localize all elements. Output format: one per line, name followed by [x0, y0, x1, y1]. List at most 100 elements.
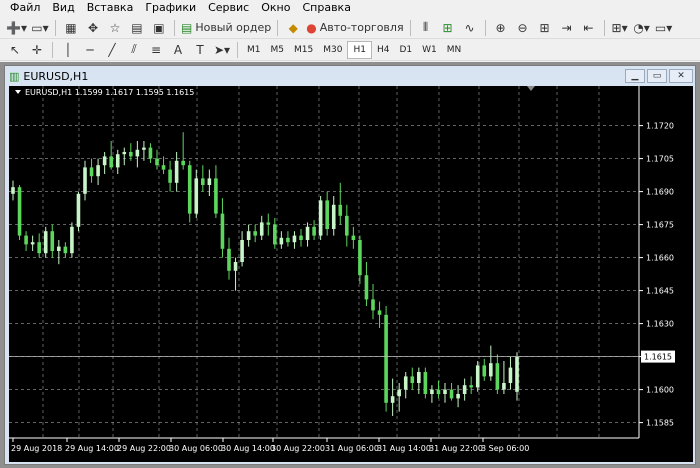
toolbar-separator	[54, 19, 56, 36]
candle-body	[358, 240, 362, 276]
auto-trading-icon: ●	[306, 20, 317, 35]
menu-item-6[interactable]: Справка	[296, 0, 356, 16]
candle-body	[462, 385, 467, 394]
new-chart-icon[interactable]: ➕▾	[6, 19, 27, 37]
candle-body	[364, 275, 369, 300]
timeframe-bar: M1 M5 M15 M30 H1 H4 D1 W1 MN	[242, 40, 467, 59]
candlestick-chart-svg[interactable]: 1.1720 1.1705 1.1690 1.1675 1.1660 1.1645 1.16…	[9, 86, 693, 462]
menu-bar: Файл Вид Вставка Графики Сервис Окно Справка	[0, 0, 700, 16]
toolbar-separator	[52, 41, 53, 58]
timeframe-m30[interactable]: M30	[318, 41, 347, 59]
menu-item-1[interactable]: Вид	[46, 0, 80, 16]
candle-body	[286, 237, 290, 243]
auto-trading-button[interactable]: ● Авто-торговля	[306, 19, 403, 37]
y-tick-label: 1.1600	[646, 386, 674, 395]
vertical-line-icon[interactable]: │	[59, 41, 77, 59]
toolbar-separator	[409, 19, 411, 36]
timeframe-h1[interactable]: H1	[347, 40, 372, 59]
timeframe-m15[interactable]: M15	[289, 41, 318, 59]
candle-body	[423, 372, 428, 394]
menu-item-5[interactable]: Окно	[255, 0, 296, 16]
chart-shift-icon[interactable]: ⇤	[580, 19, 598, 37]
menu-item-3[interactable]: Графики	[139, 0, 202, 16]
candle-body	[155, 158, 159, 166]
price-chart[interactable]: 1.1720 1.1705 1.1690 1.1675 1.1660 1.1645 1.16…	[9, 86, 693, 462]
candle-body	[443, 389, 447, 394]
arrows-icon[interactable]: ➤▾	[213, 41, 231, 59]
bar-chart-icon[interactable]: ⫴	[417, 19, 435, 37]
zoom-out-icon[interactable]: ⊖	[514, 19, 532, 37]
chart-window-titlebar[interactable]: ▥ EURUSD,H1 ▁ ▭ ✕	[5, 66, 695, 86]
candle-body	[325, 200, 329, 229]
timeframe-h4[interactable]: H4	[372, 41, 395, 59]
market-watch-icon[interactable]: ▦	[62, 19, 80, 37]
candle-body	[194, 178, 199, 214]
candle-body	[482, 365, 487, 377]
cursor-icon[interactable]: ↖	[6, 41, 24, 59]
x-tick-label: 29 Aug 2018	[11, 444, 62, 453]
candle-body	[456, 394, 460, 399]
candle-body	[43, 231, 48, 254]
candlestick-icon[interactable]: ⊞	[439, 19, 457, 37]
x-tick-label: 30 Aug 14:00	[221, 444, 275, 453]
candle-body	[351, 235, 356, 240]
candle-body	[266, 222, 271, 225]
candle-body	[70, 226, 74, 254]
zoom-in-icon[interactable]: ⊕	[492, 19, 510, 37]
timeframe-mn[interactable]: MN	[442, 41, 467, 59]
minimize-button[interactable]: ▁	[625, 69, 645, 83]
periods-icon[interactable]: ◔▾	[633, 19, 651, 37]
terminal-icon[interactable]: ▤	[128, 19, 146, 37]
menu-item-4[interactable]: Сервис	[202, 0, 255, 16]
candle-body	[246, 231, 251, 240]
close-button[interactable]: ✕	[669, 69, 693, 83]
line-chart-icon[interactable]: ∿	[461, 19, 479, 37]
templates-icon[interactable]: ▭▾	[655, 19, 673, 37]
text-label-icon[interactable]: T	[191, 41, 209, 59]
candle-body	[63, 246, 68, 254]
candle-body	[109, 156, 113, 168]
candle-body	[220, 213, 225, 249]
crosshair-icon[interactable]: ✛	[28, 41, 46, 59]
restore-button[interactable]: ▭	[647, 69, 667, 83]
indicators-icon[interactable]: ⊞▾	[611, 19, 629, 37]
strategy-tester-icon[interactable]: ▣	[150, 19, 168, 37]
timeframe-d1[interactable]: D1	[394, 41, 417, 59]
candle-body	[214, 178, 218, 214]
drawing-toolbar: ↖ ✛ │ ─ ╱ ⫽ ≡ A T ➤▾ M1 M5 M15 M30 H1 H4 D1 W1 M…	[0, 39, 700, 61]
candle-body	[318, 200, 323, 236]
x-tick-label: 29 Aug 14:00	[65, 444, 119, 453]
x-tick-label: 31 Aug 14:00	[377, 444, 431, 453]
chart-window-title: EURUSD,H1	[23, 69, 89, 83]
new-order-button[interactable]: ▤ Новый ордер	[181, 19, 271, 37]
x-tick-label: 31 Aug 06:00	[325, 444, 379, 453]
new-order-icon: ▤	[180, 20, 193, 35]
text-icon[interactable]: A	[169, 41, 187, 59]
candle-body	[253, 231, 257, 236]
timeframe-w1[interactable]: W1	[417, 41, 442, 59]
timeframe-m1[interactable]: M1	[242, 41, 266, 59]
fibonacci-icon[interactable]: ≡	[147, 41, 165, 59]
trendline-icon[interactable]: ╱	[103, 41, 121, 59]
horizontal-line-icon[interactable]: ─	[81, 41, 99, 59]
candle-body	[305, 226, 310, 240]
candle-body	[403, 376, 408, 390]
data-window-icon[interactable]: ✥	[84, 19, 102, 37]
timeframe-m5[interactable]: M5	[266, 41, 290, 59]
candle-body	[430, 389, 434, 394]
profiles-icon[interactable]: ▭▾	[31, 19, 49, 37]
chart-header-ohlc: EURUSD,H1 1.1599 1.1617 1.1595 1.1615	[25, 88, 194, 97]
chart-menu-arrow-icon	[15, 90, 21, 94]
menu-item-2[interactable]: Вставка	[81, 0, 140, 16]
mdi-workspace: ▥ EURUSD,H1 ▁ ▭ ✕ 1.1720 1.1705 1.1690 1.16…	[0, 62, 700, 468]
metaeditor-icon[interactable]: ◆	[284, 19, 302, 37]
channel-icon[interactable]: ⫽	[125, 41, 143, 59]
auto-trading-label: Авто-торговля	[319, 21, 404, 34]
auto-scroll-icon[interactable]: ⇥	[558, 19, 576, 37]
candle-body	[371, 299, 375, 311]
candle-body	[24, 235, 28, 245]
x-tick-label: 30 Aug 22:00	[271, 444, 325, 453]
menu-item-0[interactable]: Файл	[4, 0, 46, 16]
tile-windows-icon[interactable]: ⊞	[536, 19, 554, 37]
navigator-icon[interactable]: ☆	[106, 19, 124, 37]
